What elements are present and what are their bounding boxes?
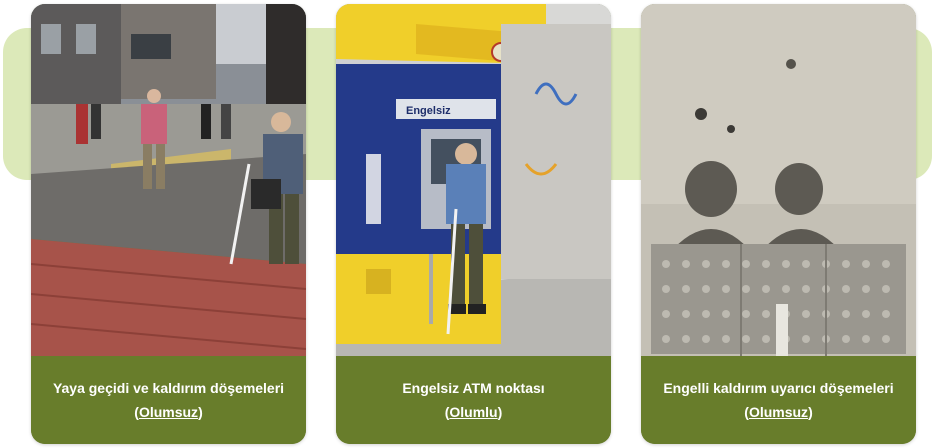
card-tactile-paving: Engelli kaldırım uyarıcı döşemeleri (Olu…	[641, 4, 916, 444]
status-label: Olumlu	[449, 404, 498, 420]
card-crosswalk: Yaya geçidi ve kaldırım döşemeleri (Olum…	[31, 4, 306, 444]
card-caption: Engelsiz ATM noktası (Olumlu)	[336, 356, 611, 444]
atm-sign-text: Engelsiz	[406, 105, 451, 117]
card-title: Engelsiz ATM noktası	[402, 380, 545, 396]
card-title: Engelli kaldırım uyarıcı döşemeleri	[663, 380, 894, 396]
card-caption: Engelli kaldırım uyarıcı döşemeleri (Olu…	[641, 356, 916, 444]
crosswalk-photo	[31, 4, 306, 356]
card-atm: Engelsiz Engelsiz ATM noktası (Olumlu)	[336, 4, 611, 444]
status-label: Olumsuz	[748, 404, 809, 420]
card-caption: Yaya geçidi ve kaldırım döşemeleri (Olum…	[31, 356, 306, 444]
card-title: Yaya geçidi ve kaldırım döşemeleri	[52, 380, 285, 396]
status-label: Olumsuz	[138, 404, 199, 420]
tactile-paving-photo	[641, 4, 916, 356]
atm-photo: Engelsiz	[336, 4, 611, 356]
